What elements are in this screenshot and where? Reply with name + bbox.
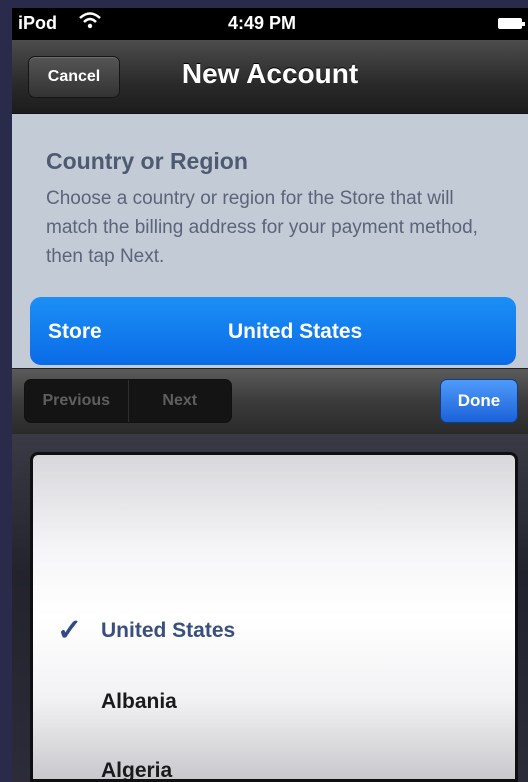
picker-item-algeria[interactable]: Algeria	[33, 745, 515, 782]
done-button[interactable]: Done	[440, 379, 518, 423]
page-title: New Account	[181, 58, 359, 89]
picker-item-albania[interactable]: Albania	[33, 676, 515, 726]
picker-item-label: Albania	[101, 690, 177, 713]
battery-icon	[498, 18, 525, 29]
picker-item-label: United States	[101, 619, 236, 642]
status-time: 4:49 PM	[228, 13, 297, 33]
carrier-label: iPod	[18, 13, 57, 33]
picker-item-label: Algeria	[101, 759, 173, 782]
picker-container: ✓ United States Albania Algeria	[12, 434, 528, 782]
store-value: United States	[228, 320, 363, 343]
previous-button[interactable]: Previous	[25, 380, 129, 422]
prev-next-segmented-control: Previous Next	[24, 379, 232, 423]
wifi-icon	[78, 10, 102, 36]
next-button[interactable]: Next	[129, 380, 232, 422]
status-bar: iPod 4:49 PM	[12, 8, 528, 40]
form-content: Country or Region Choose a country or re…	[12, 114, 528, 368]
store-label: Store	[48, 320, 102, 343]
store-row[interactable]: Store United States	[30, 297, 516, 365]
country-picker-wheel[interactable]: ✓ United States Albania Algeria	[30, 452, 518, 782]
navigation-bar: Cancel New Account	[12, 40, 528, 114]
device-screen: iPod 4:49 PM Cancel New Account Country …	[12, 8, 528, 782]
section-title: Country or Region	[46, 148, 248, 174]
checkmark-icon: ✓	[57, 614, 83, 647]
keyboard-toolbar: Previous Next Done	[12, 368, 528, 434]
section-description: Choose a country or region for the Store…	[46, 188, 478, 267]
picker-item-united-states[interactable]: ✓ United States	[33, 605, 515, 655]
